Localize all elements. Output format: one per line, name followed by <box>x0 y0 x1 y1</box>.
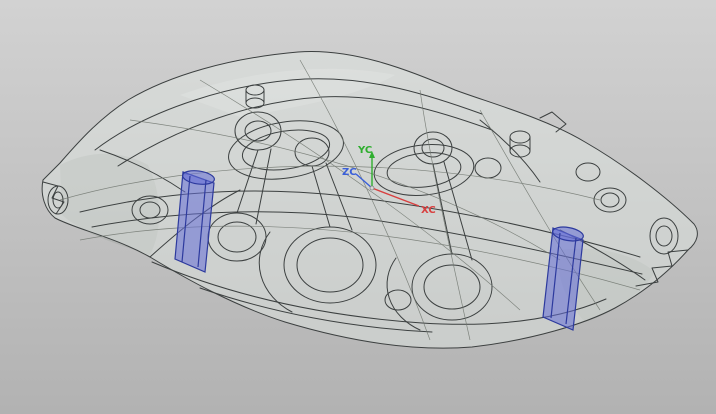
xc-label: XC <box>421 205 436 216</box>
wireframe-canvas[interactable]: YC ZC XC <box>0 0 716 414</box>
yc-label: YC <box>357 145 372 156</box>
zc-label: ZC <box>342 167 357 178</box>
triad-origin <box>369 185 375 191</box>
cad-viewport[interactable]: YC ZC XC <box>0 0 716 414</box>
